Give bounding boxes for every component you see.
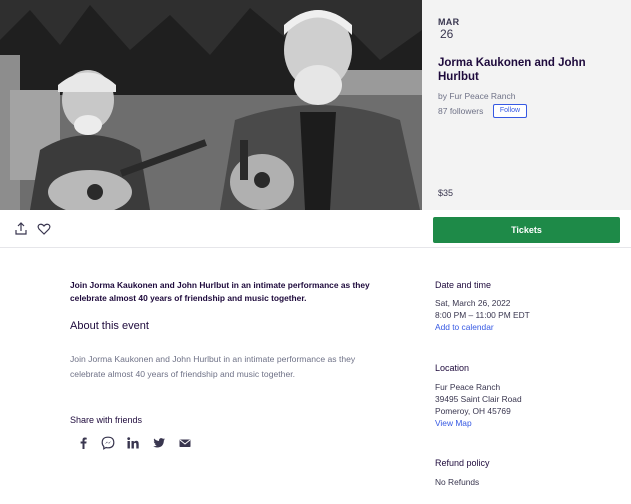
refund-heading: Refund policy bbox=[435, 458, 490, 468]
facebook-icon[interactable] bbox=[76, 436, 90, 450]
ticket-price: $35 bbox=[438, 188, 454, 198]
date-day: 26 bbox=[440, 27, 454, 41]
about-body: Join Jorma Kaukonen and John Hurlbut in … bbox=[70, 354, 356, 379]
location-heading: Location bbox=[435, 363, 470, 373]
organizer-name[interactable]: by Fur Peace Ranch bbox=[438, 91, 515, 101]
refund-text: No Refunds bbox=[435, 477, 480, 487]
tickets-button[interactable]: Tickets bbox=[433, 217, 620, 243]
messenger-icon[interactable] bbox=[101, 436, 115, 450]
view-map-link[interactable]: View Map bbox=[435, 418, 472, 428]
follow-button[interactable]: Follow bbox=[493, 104, 527, 118]
follower-count: 87 followers bbox=[438, 106, 484, 116]
date-month: MAR bbox=[438, 17, 460, 27]
heart-icon[interactable] bbox=[37, 222, 51, 236]
event-hero-panel: MAR 26 Jorma Kaukonen and John Hurlbut b… bbox=[422, 0, 631, 210]
event-time: 8:00 PM – 11:00 PM EDT bbox=[435, 310, 530, 320]
musicians-photo bbox=[0, 0, 422, 210]
event-date: Sat, March 26, 2022 bbox=[435, 298, 511, 308]
linkedin-icon[interactable] bbox=[126, 436, 140, 450]
twitter-icon[interactable] bbox=[152, 436, 166, 450]
date-time-heading: Date and time bbox=[435, 280, 492, 290]
add-to-calendar-link[interactable]: Add to calendar bbox=[435, 322, 494, 332]
event-hero: MAR 26 Jorma Kaukonen and John Hurlbut b… bbox=[0, 0, 631, 210]
address-line-2: Pomeroy, OH 45769 bbox=[435, 406, 511, 416]
venue-name: Fur Peace Ranch bbox=[435, 382, 501, 392]
action-bar: Tickets bbox=[0, 210, 631, 248]
about-heading: About this event bbox=[70, 320, 149, 332]
address-line-1: 39495 Saint Clair Road bbox=[435, 394, 522, 404]
event-summary: Join Jorma Kaukonen and John Hurlbut in … bbox=[70, 280, 370, 303]
share-heading: Share with friends bbox=[70, 415, 143, 425]
event-title: Jorma Kaukonen and John Hurlbut bbox=[438, 57, 586, 83]
share-icon[interactable] bbox=[14, 222, 28, 236]
event-photo bbox=[0, 0, 422, 210]
email-icon[interactable] bbox=[178, 436, 192, 450]
